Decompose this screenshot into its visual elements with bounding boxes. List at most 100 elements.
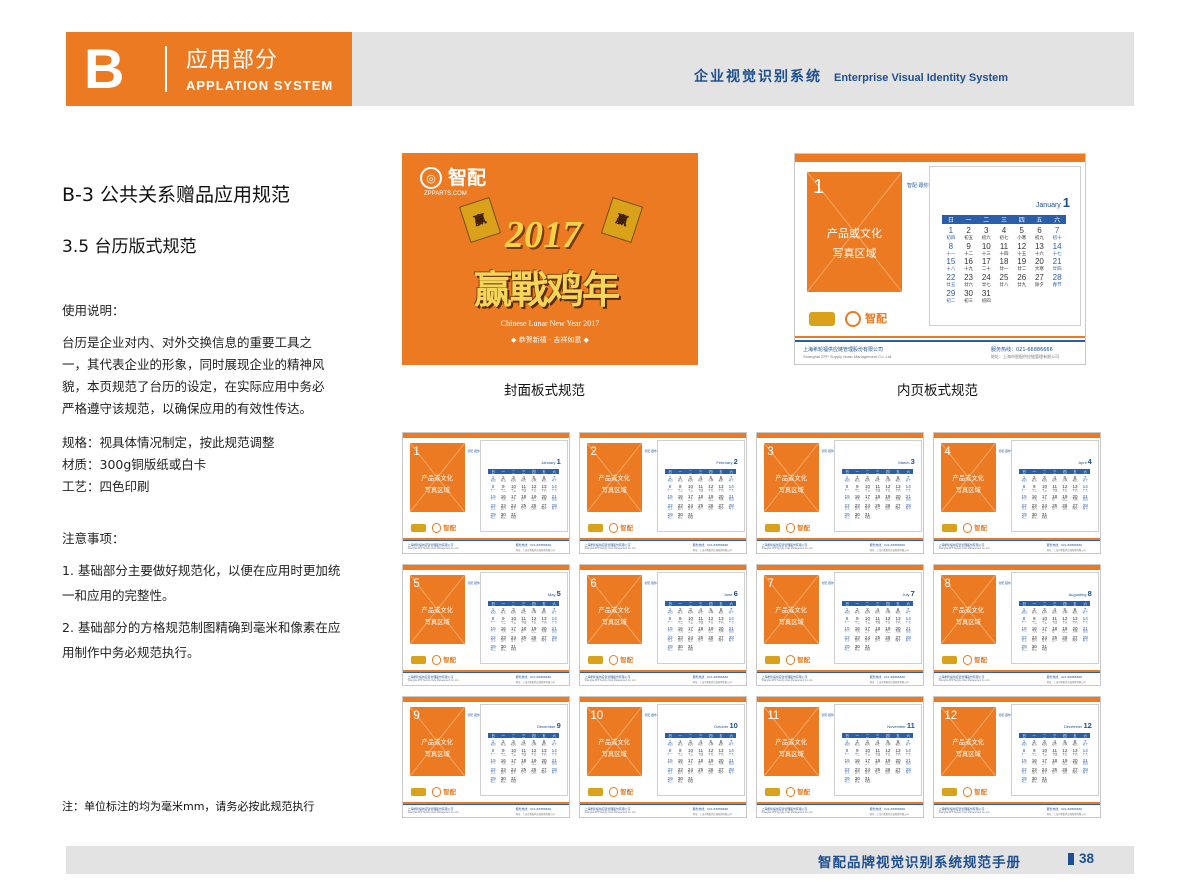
date-cell: 11 十四 (995, 242, 1013, 257)
date-lunar: 初二 (667, 779, 673, 783)
date-cell: 15 十八 (488, 758, 498, 766)
date-lunar: 十二 (964, 250, 974, 256)
date-lunar: 小寒 (708, 611, 714, 615)
weekday-cell: 二 (685, 732, 696, 738)
date-cell: 28 春节 (903, 767, 913, 775)
date-lunar: 廿二 (1062, 761, 1068, 765)
date-lunar: 初十 (551, 611, 557, 615)
photo-label-line: 产品或文化 (421, 607, 453, 615)
date-cell: 5 小寒 (1060, 739, 1070, 747)
weekday-cell: 六 (549, 732, 560, 738)
date-lunar: 初四 (510, 779, 517, 783)
date-cell: 21 廿四 (1080, 758, 1090, 766)
date-cell: 21 廿四 (903, 758, 913, 766)
date-cell: 13 十六 (1070, 616, 1080, 624)
weekday-cell: 六 (1080, 732, 1091, 738)
date-cell: 23 廿六 (852, 503, 862, 511)
section-title-cn: 应用部分 (186, 48, 279, 73)
calendar-grid-box: January 1 日一二三四五六 1 初四 2 初五 3 初六 4 初七 5 小寒 6 初九 7 初十 8 十一… (480, 439, 568, 532)
weekday-cell: 四 (705, 600, 716, 606)
date-lunar: 十七 (1082, 620, 1088, 624)
month-thumbnail: 1 产品或文化 写真区域 智配·跟你而配 January 1 日一二三四五六 1 初四 2 初… (402, 432, 570, 554)
photo-area: 12 产品或文化 写真区域 (940, 707, 996, 777)
date-grid: 1 初四 2 初五 3 初六 4 初七 5 小寒 6 初九 7 初十 8 十一 9 十二 10 十三 11 十四 12 十五 1… (942, 226, 1066, 304)
company-full-name: 上海希轮福供应链管理股份有限公司 (584, 807, 631, 812)
weekday-cell: 五 (1069, 468, 1081, 474)
date-grid: 1 初四 2 初五 3 初六 4 初七 5 小寒 6 初九 7 初十 8 十一 9 十二 10 十三 11 十四 12 十五 1… (842, 475, 913, 519)
flag-icon: 赢 (600, 196, 644, 244)
calendar-grid-box: May 5 日一二三四五六 1 初四 2 初五 3 初六 4 初七 5 小寒 6 初九 7 初十 8 十一 9 十二 1… (480, 571, 568, 664)
weekday-cell: 一 (1029, 732, 1040, 738)
date-cell (883, 776, 893, 784)
weekday-cell: 一 (498, 600, 509, 606)
date-lunar: 廿六 (500, 638, 506, 642)
month-name-number: 1 (1062, 195, 1070, 210)
date-cell: 3 初六 (508, 475, 518, 483)
weekday-cell: 四 (1059, 732, 1070, 738)
date-lunar: 初四 (864, 779, 871, 783)
weekday-cell: 三 (695, 468, 706, 474)
date-cell: 19 廿二 (529, 626, 539, 634)
month-name: December 9 (537, 721, 561, 730)
photo-area: 6 产品或文化 写真区域 (586, 575, 642, 645)
date-lunar: 除夕 (1034, 282, 1044, 287)
weekday-cell: 四 (882, 600, 893, 606)
date-lunar: 二十 (687, 497, 694, 501)
date-lunar: 十七 (551, 488, 557, 492)
date-cell: 17 二十 (862, 494, 872, 502)
date-lunar: 初四 (844, 743, 850, 747)
cover-lunar-text: Chinese Lunar New Year 2017 (500, 319, 600, 328)
weekday-cell: 六 (549, 468, 560, 474)
usage-text: 台历是企业对内、对外交换信息的重要工具之一，其代表企业的形象，同时展现企业的精神… (62, 335, 325, 416)
calendar-top-bar (934, 433, 1100, 438)
date-lunar: 二十 (864, 497, 871, 501)
date-cell: 8 十一 (842, 616, 852, 624)
header-divider (165, 46, 167, 92)
date-cell: 17 二十 (508, 494, 518, 502)
calendar-top-bar (757, 433, 923, 438)
date-cell (696, 512, 706, 520)
date-lunar: 廿五 (490, 506, 496, 510)
cover-slogan: 赢戰鸡年 (474, 267, 620, 312)
date-cell: 17 二十 (862, 626, 872, 634)
date-cell (529, 644, 539, 652)
weekday-cell: 四 (705, 468, 716, 474)
date-cell (519, 776, 529, 784)
date-lunar: 廿八 (698, 506, 704, 510)
weekday-cell: 四 (1012, 215, 1031, 224)
date-cell: 12 十五 (1060, 616, 1070, 624)
weekday-cell: 三 (1049, 732, 1060, 738)
date-lunar: 初九 (541, 743, 547, 747)
page-subtitle: 3.5 台历版式规范 (62, 237, 197, 257)
date-cell: 20 大寒 (893, 494, 903, 502)
date-lunar: 小寒 (885, 611, 891, 615)
company-full-name: 上海希轮福供应链管理股份有限公司 (803, 347, 884, 353)
date-cell: 18 廿一 (995, 258, 1013, 272)
date-cell: 7 初十 (1080, 739, 1090, 747)
date-cell: 30 初三 (1029, 776, 1039, 784)
date-cell (1060, 512, 1070, 520)
date-lunar: 小寒 (531, 743, 537, 747)
date-lunar: 十一 (490, 752, 496, 756)
date-cell: 27 除夕 (1070, 635, 1080, 643)
bottom-orange-line (795, 336, 1085, 338)
month-name: May 5 (548, 589, 561, 598)
bottom-blue-line (580, 672, 746, 674)
date-lunar: 十九 (500, 629, 506, 633)
photo-label-line: 写真区域 (955, 486, 981, 494)
date-lunar: 初四 (490, 743, 496, 747)
weekday-cell: 六 (903, 732, 914, 738)
date-lunar: 廿七 (1041, 506, 1048, 510)
steering-wheel-icon (962, 523, 972, 533)
photo-label-line: 产品或文化 (952, 739, 984, 747)
date-lunar: 廿五 (490, 770, 496, 774)
photo-label-line: 产品或文化 (598, 475, 630, 483)
company-full-name-en: Shanghai ZPP Supply chain Management Co.… (761, 812, 813, 815)
date-lunar: 初九 (895, 611, 901, 615)
date-lunar: 十九 (677, 761, 683, 765)
date-lunar: 十九 (677, 629, 683, 633)
company-address: 地址：上海市智配供应链管理有限公司 (692, 813, 732, 817)
date-cell: 30 初三 (675, 512, 685, 520)
date-lunar: 二十 (1041, 629, 1048, 633)
section-title-en: APPLATION SYSTEM (186, 78, 334, 93)
